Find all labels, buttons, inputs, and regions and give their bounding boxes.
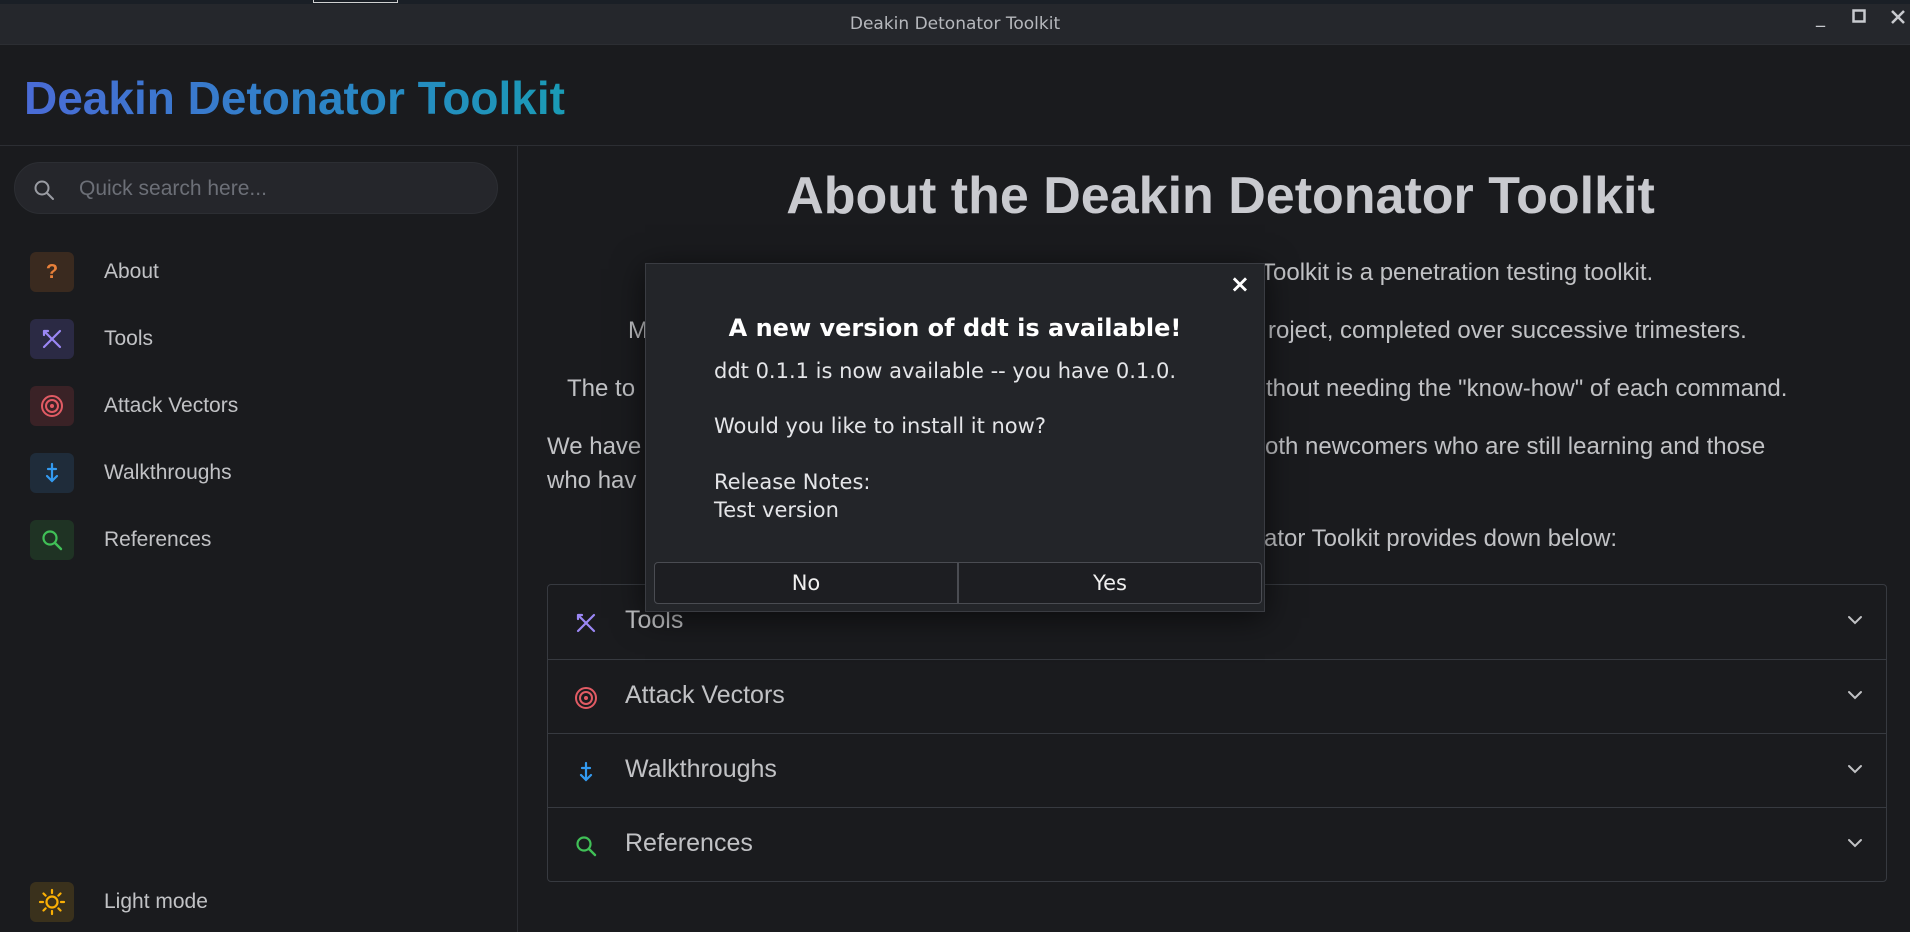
chevron-down-icon — [1848, 765, 1862, 774]
search-input[interactable] — [77, 173, 481, 205]
features-accordion: Tools Attack Vectors Walkthroughs Refere… — [547, 584, 1887, 882]
chevron-down-icon — [1848, 839, 1862, 848]
accordion-item-walkthroughs[interactable]: Walkthroughs — [548, 733, 1886, 808]
tools-icon — [576, 613, 596, 633]
sidebar-item-about[interactable]: ? About — [30, 252, 500, 292]
sidebar-item-attack-vectors[interactable]: Attack Vectors — [30, 386, 500, 426]
maximize-button[interactable] — [1852, 9, 1866, 27]
theme-toggle-label: Light mode — [104, 890, 208, 913]
taskbar-tab[interactable] — [313, 0, 398, 3]
about-text-line: oth newcomers who are still learning and… — [1265, 433, 1766, 460]
window-titlebar: Deakin Detonator Toolkit _ — [0, 4, 1910, 45]
accordion-item-references[interactable]: References — [548, 807, 1886, 882]
theme-toggle-button[interactable]: Light mode — [30, 882, 500, 922]
dialog-question-text: Would you like to install it now? — [714, 414, 1046, 438]
app-brand[interactable]: Deakin Detonator Toolkit — [24, 71, 565, 125]
minimize-button[interactable]: _ — [1816, 7, 1825, 28]
maximize-icon — [1852, 9, 1866, 23]
accordion-label: References — [625, 829, 753, 857]
sidebar: ? About Tools Attack Vectors Walkthrough… — [0, 146, 518, 932]
release-notes-label: Release Notes: — [714, 470, 871, 494]
sidebar-item-references[interactable]: References — [30, 520, 500, 560]
search-icon — [34, 180, 54, 200]
question-icon: ? — [30, 252, 74, 292]
target-icon — [30, 386, 74, 426]
about-text-line: The to — [567, 375, 636, 402]
window-close-button[interactable] — [1890, 9, 1906, 30]
chevron-down-icon — [1848, 691, 1862, 700]
accordion-item-attack-vectors[interactable]: Attack Vectors — [548, 659, 1886, 734]
update-dialog: × A new version of ddt is available! ddt… — [645, 263, 1265, 612]
sidebar-item-tools[interactable]: Tools — [30, 319, 500, 359]
sidebar-item-label: About — [104, 260, 159, 283]
arrow-down-icon — [30, 453, 74, 493]
about-text-line: We have — [547, 433, 642, 460]
about-text-line: Toolkit is a penetration testing toolkit… — [1261, 259, 1654, 286]
target-icon — [575, 687, 597, 709]
app-header: Deakin Detonator Toolkit — [0, 45, 1910, 146]
search-icon — [576, 836, 597, 857]
about-text-line: roject, completed over successive trimes… — [1268, 317, 1747, 344]
dialog-close-button[interactable]: × — [1230, 270, 1250, 298]
about-text-line: who hav — [547, 467, 637, 494]
page-title: About the Deakin Detonator Toolkit — [786, 167, 1655, 225]
about-text-line: ator Toolkit provides down below: — [1264, 525, 1618, 552]
tools-icon — [30, 319, 74, 359]
sidebar-item-label: Attack Vectors — [104, 394, 239, 417]
accordion-label: Attack Vectors — [625, 681, 785, 709]
sun-icon — [30, 882, 74, 922]
search-icon — [30, 520, 74, 560]
accordion-label: Walkthroughs — [625, 755, 777, 783]
window-title: Deakin Detonator Toolkit — [849, 14, 1061, 34]
sidebar-item-label: Walkthroughs — [104, 461, 232, 484]
sidebar-item-walkthroughs[interactable]: Walkthroughs — [30, 453, 500, 493]
arrow-down-icon — [579, 761, 593, 782]
about-text-line: thout needing the "know-how" of each com… — [1266, 375, 1788, 402]
dialog-title: A new version of ddt is available! — [728, 314, 1182, 342]
chevron-down-icon — [1848, 616, 1862, 625]
yes-button[interactable]: Yes — [958, 562, 1262, 604]
no-button[interactable]: No — [654, 562, 958, 604]
sidebar-item-label: References — [104, 528, 212, 551]
release-notes-text: Test version — [714, 498, 839, 522]
search-box[interactable] — [14, 162, 498, 214]
sidebar-item-label: Tools — [104, 327, 154, 350]
dialog-version-text: ddt 0.1.1 is now available -- you have 0… — [714, 359, 1176, 383]
close-icon — [1891, 10, 1905, 24]
